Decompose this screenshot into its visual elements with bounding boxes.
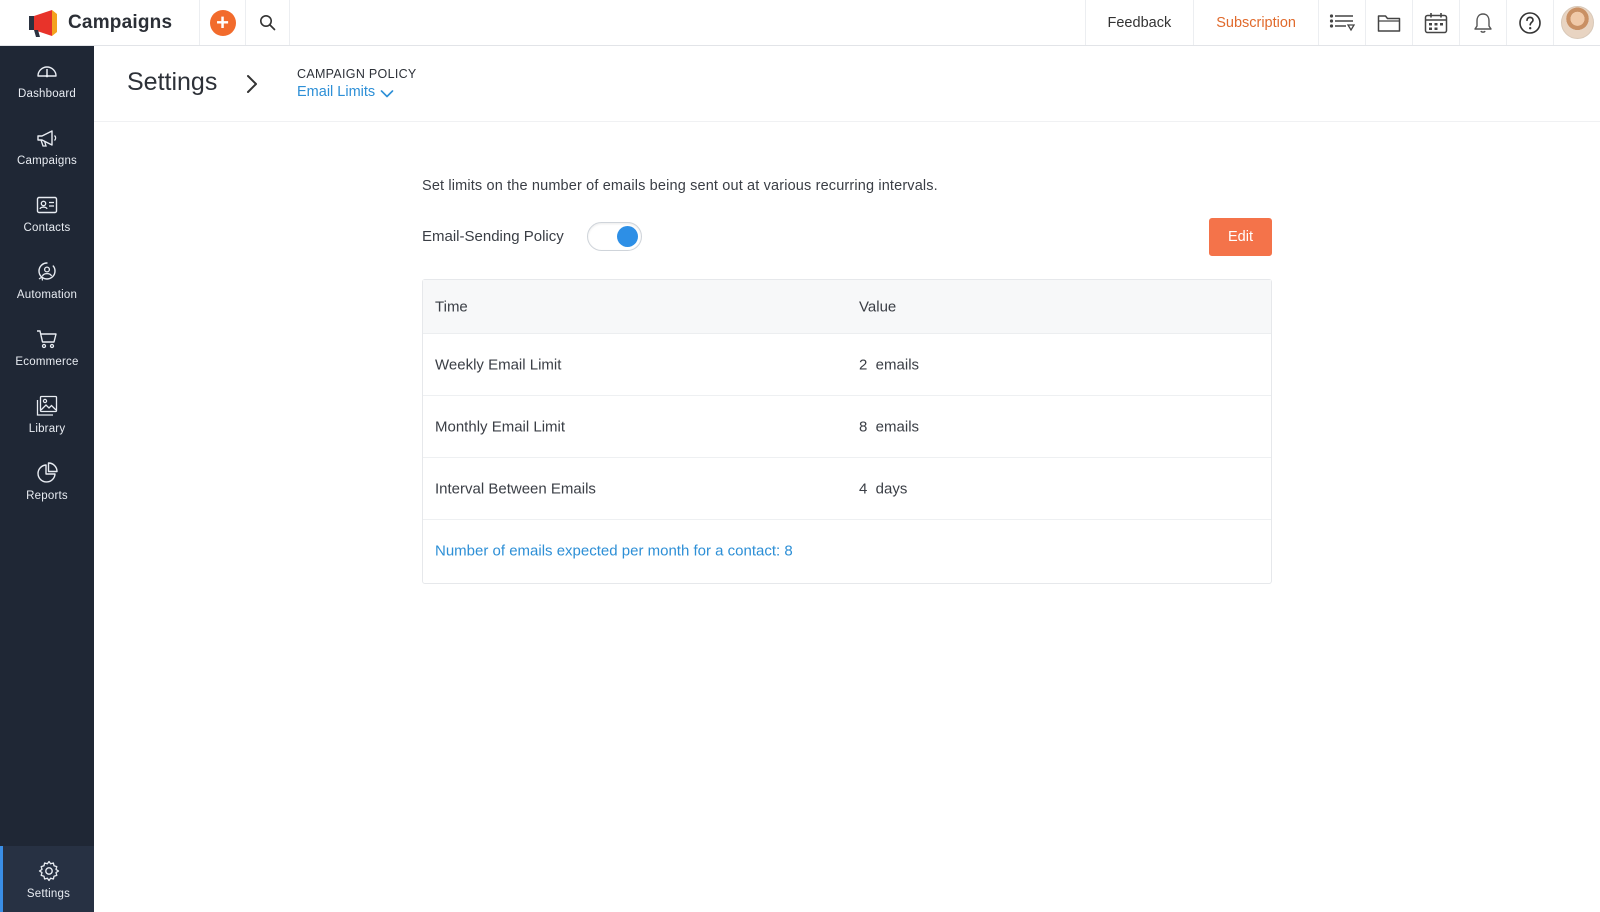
sidebar-item-label: Contacts	[23, 221, 71, 234]
table-footer-row: Number of emails expected per month for …	[423, 520, 1271, 582]
add-cell: +	[200, 0, 246, 45]
toggle-knob	[617, 226, 638, 247]
sidebar-item-ecommerce[interactable]: Ecommerce	[0, 316, 94, 378]
search-icon	[260, 15, 276, 31]
list-icon	[1329, 13, 1355, 31]
breadcrumb-dropdown[interactable]: Email Limits	[297, 84, 394, 100]
page-title: Settings	[127, 68, 218, 96]
sidebar-item-label: Reports	[26, 489, 68, 502]
table-row: Interval Between Emails 4 days	[423, 458, 1271, 520]
notifications-button[interactable]	[1459, 0, 1506, 45]
folder-button[interactable]	[1365, 0, 1412, 45]
automation-icon	[38, 261, 56, 281]
sidebar-item-automation[interactable]: Automation	[0, 249, 94, 311]
breadcrumb-current: Email Limits	[297, 84, 376, 100]
chevron-right-icon	[247, 75, 257, 93]
dashboard-icon	[37, 65, 57, 77]
sidebar-item-label: Automation	[16, 288, 78, 301]
policy-description: Set limits on the number of emails being…	[422, 178, 938, 194]
list-button[interactable]	[1318, 0, 1365, 45]
policy-toggle[interactable]	[587, 222, 642, 251]
expected-emails-note: Number of emails expected per month for …	[435, 542, 793, 560]
search-button[interactable]	[246, 0, 290, 45]
calendar-icon	[1424, 12, 1448, 33]
sidebar-item-label: Dashboard	[17, 87, 77, 100]
library-icon	[36, 395, 58, 416]
top-bar: Campaigns + Feedback Subscription	[0, 0, 1600, 46]
reports-icon	[37, 461, 58, 483]
cart-icon	[37, 329, 57, 348]
feedback-link[interactable]: Feedback	[1084, 0, 1194, 45]
sidebar-item-dashboard[interactable]: Dashboard	[0, 48, 94, 110]
contacts-icon	[36, 196, 58, 213]
sidebar-item-settings[interactable]: Settings	[0, 846, 94, 912]
campaigns-logo-icon	[29, 9, 57, 37]
row-value: 8 emails	[859, 418, 920, 435]
brand[interactable]: Campaigns	[0, 0, 200, 45]
sidebar-item-library[interactable]: Library	[0, 383, 94, 445]
gear-icon	[38, 860, 59, 881]
breadcrumb-section: CAMPAIGN POLICY	[297, 67, 417, 81]
sidebar-item-campaigns[interactable]: Campaigns	[0, 115, 94, 177]
edit-button[interactable]: Edit	[1209, 218, 1272, 256]
bell-icon	[1474, 12, 1492, 33]
subscription-link[interactable]: Subscription	[1193, 0, 1318, 45]
help-icon	[1519, 11, 1541, 34]
page-header: Settings CAMPAIGN POLICY Email Limits	[94, 46, 1600, 122]
avatar-button[interactable]	[1553, 0, 1600, 45]
sidebar-item-contacts[interactable]: Contacts	[0, 182, 94, 244]
folder-icon	[1377, 14, 1401, 32]
row-value: 4 days	[859, 480, 908, 497]
avatar	[1560, 6, 1594, 39]
calendar-button[interactable]	[1412, 0, 1459, 45]
row-time: Interval Between Emails	[435, 480, 596, 497]
add-icon[interactable]: +	[209, 9, 236, 36]
policy-label: Email-Sending Policy	[422, 228, 564, 245]
table-row: Monthly Email Limit 8 emails	[423, 396, 1271, 458]
megaphone-icon	[37, 129, 57, 147]
sidebar-item-reports[interactable]: Reports	[0, 450, 94, 512]
row-value: 2 emails	[859, 356, 920, 373]
sidebar-item-label: Settings	[26, 887, 71, 900]
sidebar-item-label: Ecommerce	[15, 355, 79, 368]
table-row: Weekly Email Limit 2 emails	[423, 334, 1271, 396]
row-time: Weekly Email Limit	[435, 356, 562, 373]
sidebar-item-label: Campaigns	[17, 154, 77, 167]
chevron-down-icon	[380, 89, 394, 97]
sidebar: Dashboard Campaigns Contacts Automation	[0, 46, 94, 912]
table-header: Time Value	[423, 280, 1271, 334]
help-button[interactable]	[1506, 0, 1553, 45]
email-limits-table: Time Value Weekly Email Limit 2 emails M…	[422, 279, 1272, 584]
sidebar-item-label: Library	[28, 422, 66, 435]
row-time: Monthly Email Limit	[435, 418, 566, 435]
column-header-value: Value	[859, 298, 897, 315]
column-header-time: Time	[435, 298, 468, 315]
app-name: Campaigns	[68, 11, 173, 33]
